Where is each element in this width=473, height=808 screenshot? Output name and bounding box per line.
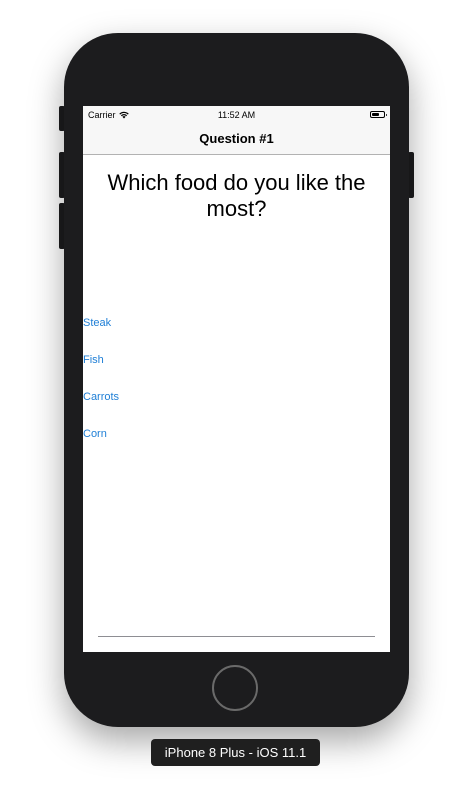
- status-time: 11:52 AM: [217, 110, 256, 120]
- answer-button-carrots[interactable]: Carrots: [83, 391, 119, 428]
- phone-screen: Carrier 11:52 AM Question #1 Which food …: [83, 106, 390, 652]
- answer-button-fish[interactable]: Fish: [83, 354, 119, 391]
- home-button-icon[interactable]: [212, 665, 258, 711]
- battery-icon: [370, 111, 387, 118]
- navigation-bar: Question #1: [83, 123, 390, 155]
- bottom-separator: [98, 636, 375, 637]
- status-bar: Carrier 11:52 AM: [83, 106, 390, 123]
- simulator-window: Carrier 11:52 AM Question #1 Which food …: [0, 0, 473, 808]
- nav-title: Question #1: [199, 131, 274, 146]
- answer-list: Steak Fish Carrots Corn: [83, 317, 119, 465]
- answer-button-steak[interactable]: Steak: [83, 317, 119, 354]
- question-text: Which food do you like the most?: [107, 170, 366, 221]
- device-label: iPhone 8 Plus - iOS 11.1: [151, 739, 320, 766]
- answer-button-corn[interactable]: Corn: [83, 428, 119, 465]
